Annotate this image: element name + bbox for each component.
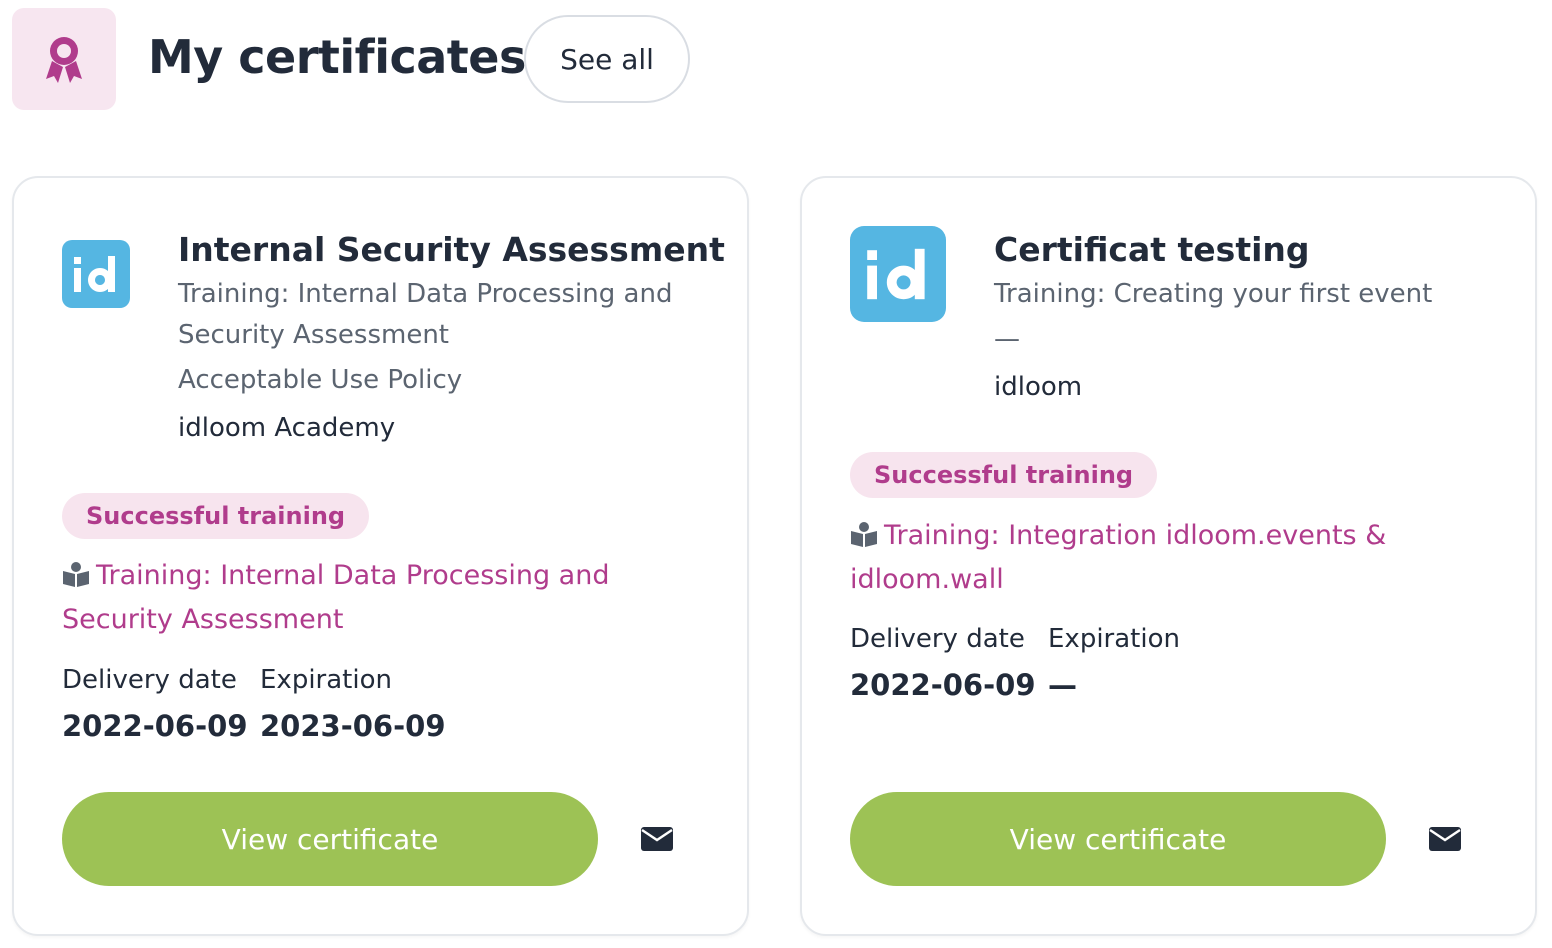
envelope-icon[interactable] <box>638 823 676 855</box>
status-badge: Successful training <box>62 493 370 539</box>
certificate-card: Internal Security Assessment Training: I… <box>12 176 749 936</box>
delivery-date: Delivery date 2022-06-09 <box>62 662 248 750</box>
expiration-label: Expiration <box>260 665 392 695</box>
training-link-label: Training: Integration idloom.events & id… <box>850 520 1387 595</box>
certificate-training-name: Training: Internal Data Processing and S… <box>178 279 673 350</box>
certificate-info: Internal Security Assessment Training: I… <box>178 228 725 452</box>
page-title: My certificates <box>148 30 526 84</box>
certificate-title: Internal Security Assessment <box>178 230 725 269</box>
training-link[interactable]: Training: Internal Data Processing and S… <box>62 555 702 640</box>
certificate-organization: idloom <box>994 372 1083 402</box>
delivery-date-value: 2022-06-09 <box>62 709 248 743</box>
expiration-date: Expiration 2023-06-09 <box>260 662 446 750</box>
award-ribbon-icon <box>12 8 116 110</box>
idloom-logo-icon <box>850 226 946 322</box>
certificate-training-name: Training: Creating your first event <box>994 279 1433 309</box>
delivery-date-value: 2022-06-09 <box>850 668 1036 702</box>
see-all-button[interactable]: See all <box>524 15 690 103</box>
certificate-info: Certificat testing Training: Creating yo… <box>994 228 1494 411</box>
delivery-date: Delivery date 2022-06-09 <box>850 621 1036 709</box>
delivery-date-label: Delivery date <box>850 624 1025 654</box>
expiration-value: — <box>1048 668 1077 702</box>
book-reader-icon <box>62 558 90 599</box>
view-certificate-button[interactable]: View certificate <box>62 792 598 886</box>
envelope-icon[interactable] <box>1426 823 1464 855</box>
certificate-title: Certificat testing <box>994 230 1310 269</box>
status-badge: Successful training <box>850 452 1158 498</box>
view-certificate-button[interactable]: View certificate <box>850 792 1386 886</box>
certificate-card: Certificat testing Training: Creating yo… <box>800 176 1537 936</box>
delivery-date-label: Delivery date <box>62 665 237 695</box>
certificates-header: My certificates See all <box>12 8 712 110</box>
expiration-value: 2023-06-09 <box>260 709 446 743</box>
idloom-logo-icon <box>62 240 130 308</box>
expiration-label: Expiration <box>1048 624 1180 654</box>
certificate-description: Acceptable Use Policy <box>178 365 463 395</box>
certificate-organization: idloom Academy <box>178 413 396 443</box>
training-link-label: Training: Internal Data Processing and S… <box>62 560 610 635</box>
expiration-date: Expiration — <box>1048 621 1180 709</box>
certificate-description: — <box>994 324 1020 354</box>
book-reader-icon <box>850 518 878 559</box>
training-link[interactable]: Training: Integration idloom.events & id… <box>850 515 1410 600</box>
